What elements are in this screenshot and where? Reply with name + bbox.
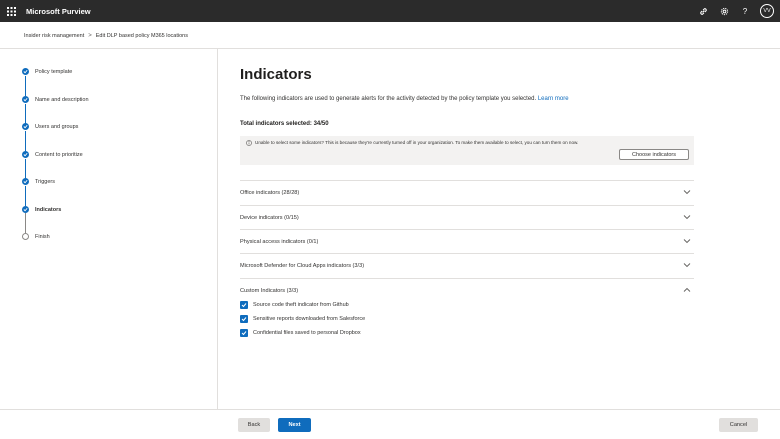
- wizard-step-indicators[interactable]: Indicators: [22, 206, 61, 213]
- checkmark-icon: [22, 178, 29, 185]
- page-description: The following indicators are used to gen…: [240, 96, 569, 102]
- section-office-indicators[interactable]: Office indicators (28/28): [240, 180, 694, 205]
- step-connector: [25, 131, 26, 151]
- step-connector: [25, 186, 26, 206]
- wizard-step-label: Name and description: [35, 96, 89, 103]
- cancel-button[interactable]: Cancel: [719, 418, 758, 432]
- checkbox[interactable]: [240, 315, 248, 323]
- info-bar: Unable to select some indicators? This i…: [240, 136, 694, 165]
- section-label: Device indicators (0/15): [240, 215, 299, 221]
- help-icon[interactable]: ?: [739, 5, 751, 17]
- section-physical-access-indicators[interactable]: Physical access indicators (0/1): [240, 229, 694, 254]
- app-title[interactable]: Microsoft Purview: [26, 7, 91, 16]
- learn-more-link[interactable]: Learn more: [538, 96, 569, 102]
- custom-indicator-label: Sensitive reports downloaded from Salesf…: [253, 316, 366, 322]
- choose-indicators-button[interactable]: Choose indicators: [619, 149, 689, 160]
- section-label: Custom Indicators (3/3): [240, 288, 299, 294]
- wizard-step-triggers[interactable]: Triggers: [22, 178, 55, 185]
- custom-indicator-label: Confidential files saved to personal Dro…: [253, 330, 361, 336]
- chevron-down-icon[interactable]: [683, 189, 691, 195]
- wizard-step-policy-template[interactable]: Policy template: [22, 68, 72, 75]
- custom-indicator-label: Source code theft indicator from Github: [253, 302, 349, 308]
- section-custom-indicators[interactable]: Custom Indicators (3/3): [240, 278, 694, 303]
- breadcrumb-item-insider-risk[interactable]: Insider risk management: [24, 33, 84, 39]
- custom-indicator-item[interactable]: Sensitive reports downloaded from Salesf…: [240, 315, 365, 323]
- wizard-step-users-groups[interactable]: Users and groups: [22, 123, 78, 130]
- step-connector: [25, 104, 26, 124]
- checkmark-icon: [22, 151, 29, 158]
- wizard-step-label: Content to prioritize: [35, 151, 83, 158]
- footer-divider: [0, 409, 780, 410]
- avatar[interactable]: VV: [760, 4, 774, 18]
- checkmark-icon: [22, 206, 29, 213]
- checkmark-icon: [22, 96, 29, 103]
- page-title: Indicators: [240, 66, 312, 83]
- custom-indicator-item[interactable]: Confidential files saved to personal Dro…: [240, 329, 361, 337]
- checkmark-icon: [22, 68, 29, 75]
- next-button[interactable]: Next: [278, 418, 311, 432]
- breadcrumb-item-current: Edit DLP based policy M365 locations: [95, 33, 188, 39]
- wizard-step-label: Users and groups: [35, 123, 79, 130]
- breadcrumb-separator: >: [88, 33, 92, 39]
- chevron-down-icon[interactable]: [683, 238, 691, 244]
- wizard-step-label: Indicators: [35, 206, 62, 213]
- section-label: Microsoft Defender for Cloud Apps indica…: [240, 263, 365, 269]
- top-bar: Microsoft Purview ? VV: [0, 0, 780, 22]
- total-indicators: Total indicators selected: 34/50: [240, 121, 329, 127]
- section-label: Office indicators (28/28): [240, 190, 300, 196]
- breadcrumb: Insider risk management > Edit DLP based…: [24, 31, 188, 41]
- checkmark-icon: [22, 123, 29, 130]
- wizard-step-content-to-prioritize[interactable]: Content to prioritize: [22, 151, 83, 158]
- section-label: Physical access indicators (0/1): [240, 239, 319, 245]
- info-message: Unable to select some indicators? This i…: [255, 140, 579, 145]
- wizard-step-label: Triggers: [35, 178, 55, 185]
- chevron-up-icon[interactable]: [683, 287, 691, 293]
- section-defender-cloud-apps-indicators[interactable]: Microsoft Defender for Cloud Apps indica…: [240, 253, 694, 278]
- step-connector: [25, 213, 26, 233]
- wizard-step-finish[interactable]: Finish: [22, 233, 50, 240]
- checkbox[interactable]: [240, 329, 248, 337]
- wizard-steps: Policy template Name and description Use…: [0, 49, 218, 409]
- gear-icon[interactable]: [718, 5, 730, 17]
- waffle-icon[interactable]: [0, 0, 22, 22]
- custom-indicator-item[interactable]: Source code theft indicator from Github: [240, 301, 349, 309]
- chevron-down-icon[interactable]: [683, 262, 691, 268]
- description-text: The following indicators are used to gen…: [240, 96, 537, 102]
- step-connector: [25, 76, 26, 96]
- section-device-indicators[interactable]: Device indicators (0/15): [240, 205, 694, 230]
- wizard-step-name-description[interactable]: Name and description: [22, 96, 89, 103]
- back-button[interactable]: Back: [238, 418, 270, 432]
- wizard-step-label: Policy template: [35, 68, 73, 75]
- checkbox[interactable]: [240, 301, 248, 309]
- link-icon[interactable]: [697, 5, 709, 17]
- info-icon: [246, 140, 252, 146]
- step-connector: [25, 159, 26, 179]
- empty-circle-icon: [22, 233, 29, 240]
- chevron-down-icon[interactable]: [683, 214, 691, 220]
- wizard-step-label: Finish: [35, 233, 50, 240]
